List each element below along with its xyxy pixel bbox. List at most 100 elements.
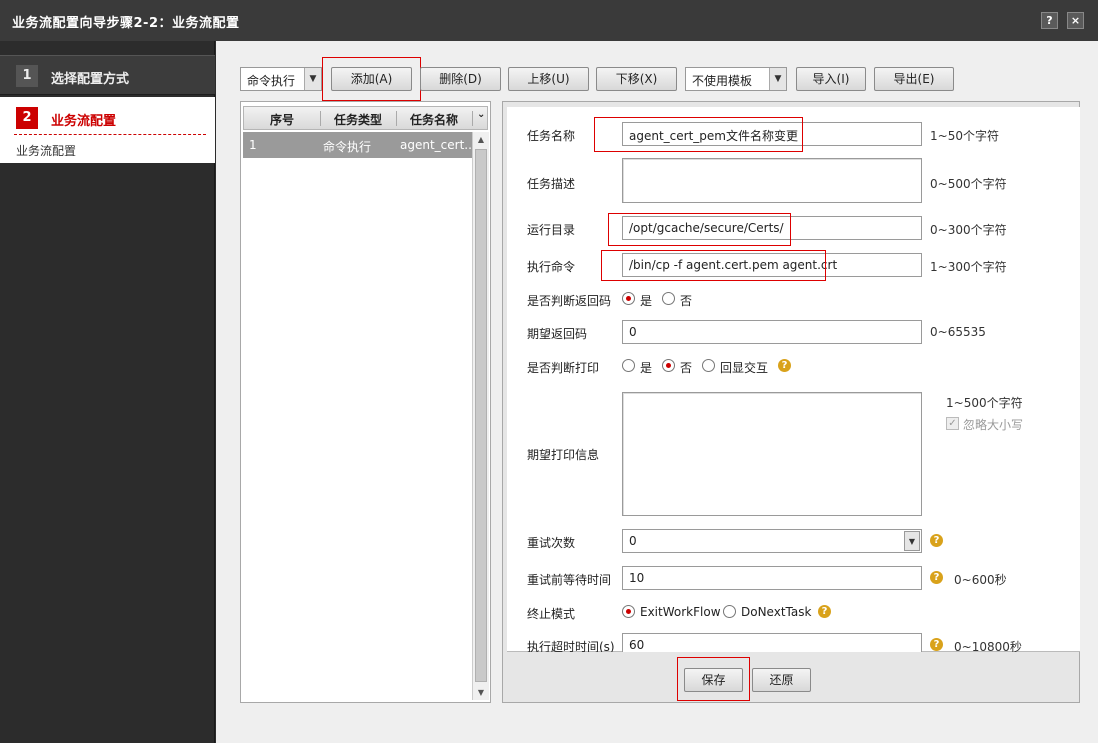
column-header-seq[interactable]: 序号 (270, 111, 294, 128)
table-row[interactable]: 1 命令执行 agent_cert... (243, 132, 476, 158)
column-separator (472, 111, 473, 126)
move-down-button[interactable]: 下移(X) (596, 67, 677, 91)
check-print-no-radio[interactable] (662, 359, 675, 372)
ignore-case-label: 忽略大小写 (963, 418, 1024, 432)
wizard-step-2[interactable]: 2 业务流配置 业务流配置 (0, 97, 215, 163)
task-desc-hint: 0~500个字符 (930, 177, 1007, 191)
exec-cmd-hint: 1~300个字符 (930, 260, 1007, 274)
import-button[interactable]: 导入(I) (796, 67, 866, 91)
step-divider (14, 134, 206, 135)
task-type-value: 命令执行 (247, 74, 296, 88)
task-list-scrollbar[interactable]: ▲ ▼ (472, 132, 489, 700)
expected-return-value: 0 (629, 325, 637, 339)
check-return-no-radio[interactable] (662, 292, 675, 305)
expected-return-input[interactable]: 0 (622, 320, 922, 344)
window-title: 业务流配置向导步骤2-2：业务流配置 (12, 16, 240, 31)
title-bar: 业务流配置向导步骤2-2：业务流配置 ? × (0, 0, 1098, 41)
help-icon[interactable]: ? (1041, 12, 1058, 29)
retry-wait-label: 重试前等待时间 (527, 573, 612, 587)
exec-cmd-label: 执行命令 (527, 260, 576, 274)
delete-button[interactable]: 删除(D) (420, 67, 501, 91)
move-up-button[interactable]: 上移(U) (508, 67, 589, 91)
check-print-no-label[interactable]: 否 (680, 359, 692, 376)
step-sub-item[interactable]: 业务流配置 (16, 142, 76, 159)
check-return-no-label[interactable]: 否 (680, 292, 692, 309)
check-return-label: 是否判断返回码 (527, 294, 612, 308)
run-dir-hint: 0~300个字符 (930, 223, 1007, 237)
help-icon[interactable]: ? (930, 571, 943, 584)
column-menu-icon[interactable]: ⌄ (477, 109, 485, 120)
help-icon[interactable]: ? (778, 359, 791, 372)
step-label: 选择配置方式 (51, 72, 130, 87)
step-number: 2 (16, 107, 38, 129)
retry-count-value: 0 (629, 534, 637, 548)
exec-timeout-label: 执行超时时间(s) (527, 640, 615, 652)
wizard-steps-panel: 1 选择配置方式 2 业务流配置 业务流配置 (0, 41, 215, 743)
template-value: 不使用模板 (692, 74, 753, 88)
check-print-label: 是否判断打印 (527, 361, 600, 375)
retry-wait-value: 10 (629, 571, 645, 585)
help-icon[interactable]: ? (818, 605, 831, 618)
exec-timeout-input[interactable]: 60 (622, 633, 922, 652)
step-label: 业务流配置 (51, 114, 117, 129)
expected-print-textarea[interactable] (622, 392, 922, 516)
retry-count-select[interactable]: 0 ▼ (622, 529, 922, 553)
export-button[interactable]: 导出(E) (874, 67, 954, 91)
highlight-box (322, 57, 421, 101)
wizard-step-1[interactable]: 1 选择配置方式 (0, 55, 215, 95)
stop-mode-exit-label[interactable]: ExitWorkFlow (640, 605, 721, 619)
close-icon[interactable]: × (1067, 12, 1084, 29)
retry-count-label: 重试次数 (527, 536, 576, 550)
help-icon[interactable]: ? (930, 534, 943, 547)
exec-timeout-value: 60 (629, 638, 645, 652)
column-separator (396, 111, 397, 126)
task-list: 序号 任务类型 任务名称 ⌄ 1 命令执行 agent_cert... ▲ ▼ (240, 101, 491, 703)
expected-return-hint: 0~65535 (930, 325, 986, 339)
task-type-select[interactable]: 命令执行 ▼ (240, 67, 322, 91)
retry-wait-input[interactable]: 10 (622, 566, 922, 590)
check-print-echo-label[interactable]: 回显交互 (720, 359, 768, 376)
help-icon[interactable]: ? (930, 638, 943, 651)
chevron-down-icon[interactable]: ▼ (769, 68, 786, 90)
scroll-thumb[interactable] (475, 149, 487, 682)
column-header-name[interactable]: 任务名称 (410, 111, 458, 128)
check-print-yes-label[interactable]: 是 (640, 359, 652, 376)
chevron-down-icon[interactable]: ▼ (904, 531, 920, 551)
task-name-hint: 1~50个字符 (930, 129, 999, 143)
task-desc-label: 任务描述 (527, 177, 576, 191)
step-number: 1 (16, 65, 38, 87)
template-select[interactable]: 不使用模板 ▼ (685, 67, 787, 91)
retry-wait-hint: 0~600秒 (954, 573, 1007, 587)
stop-mode-label: 终止模式 (527, 607, 576, 621)
stop-mode-next-label[interactable]: DoNextTask (741, 605, 811, 619)
check-return-yes-radio[interactable] (622, 292, 635, 305)
expected-print-hint: 1~500个字符 (946, 396, 1023, 410)
task-desc-textarea[interactable] (622, 158, 922, 203)
expected-print-label: 期望打印信息 (527, 448, 600, 462)
scroll-down-icon[interactable]: ▼ (473, 685, 489, 700)
chevron-down-icon[interactable]: ▼ (304, 68, 321, 90)
scroll-up-icon[interactable]: ▲ (473, 132, 489, 147)
stop-mode-next-radio[interactable] (723, 605, 736, 618)
row-name: agent_cert... (400, 138, 476, 152)
highlight-box (601, 250, 826, 281)
task-name-label: 任务名称 (527, 129, 576, 143)
row-seq: 1 (249, 138, 257, 152)
check-print-yes-radio[interactable] (622, 359, 635, 372)
column-separator (320, 111, 321, 126)
highlight-box (608, 213, 791, 246)
ignore-case-checkbox[interactable]: ✓ (946, 417, 959, 430)
exec-timeout-row: 执行超时时间(s) 60 ? 0~10800秒 (507, 630, 1080, 652)
highlight-box (594, 117, 803, 152)
column-header-type[interactable]: 任务类型 (334, 111, 382, 128)
task-list-header: 序号 任务类型 任务名称 ⌄ (243, 106, 488, 130)
run-dir-label: 运行目录 (527, 223, 576, 237)
check-return-yes-label[interactable]: 是 (640, 292, 652, 309)
check-print-echo-radio[interactable] (702, 359, 715, 372)
stop-mode-exit-radio[interactable] (622, 605, 635, 618)
row-type: 命令执行 (323, 140, 372, 154)
exec-timeout-hint: 0~10800秒 (954, 640, 1022, 652)
highlight-box (677, 657, 750, 701)
restore-button[interactable]: 还原 (752, 668, 811, 692)
expected-return-label: 期望返回码 (527, 327, 588, 341)
